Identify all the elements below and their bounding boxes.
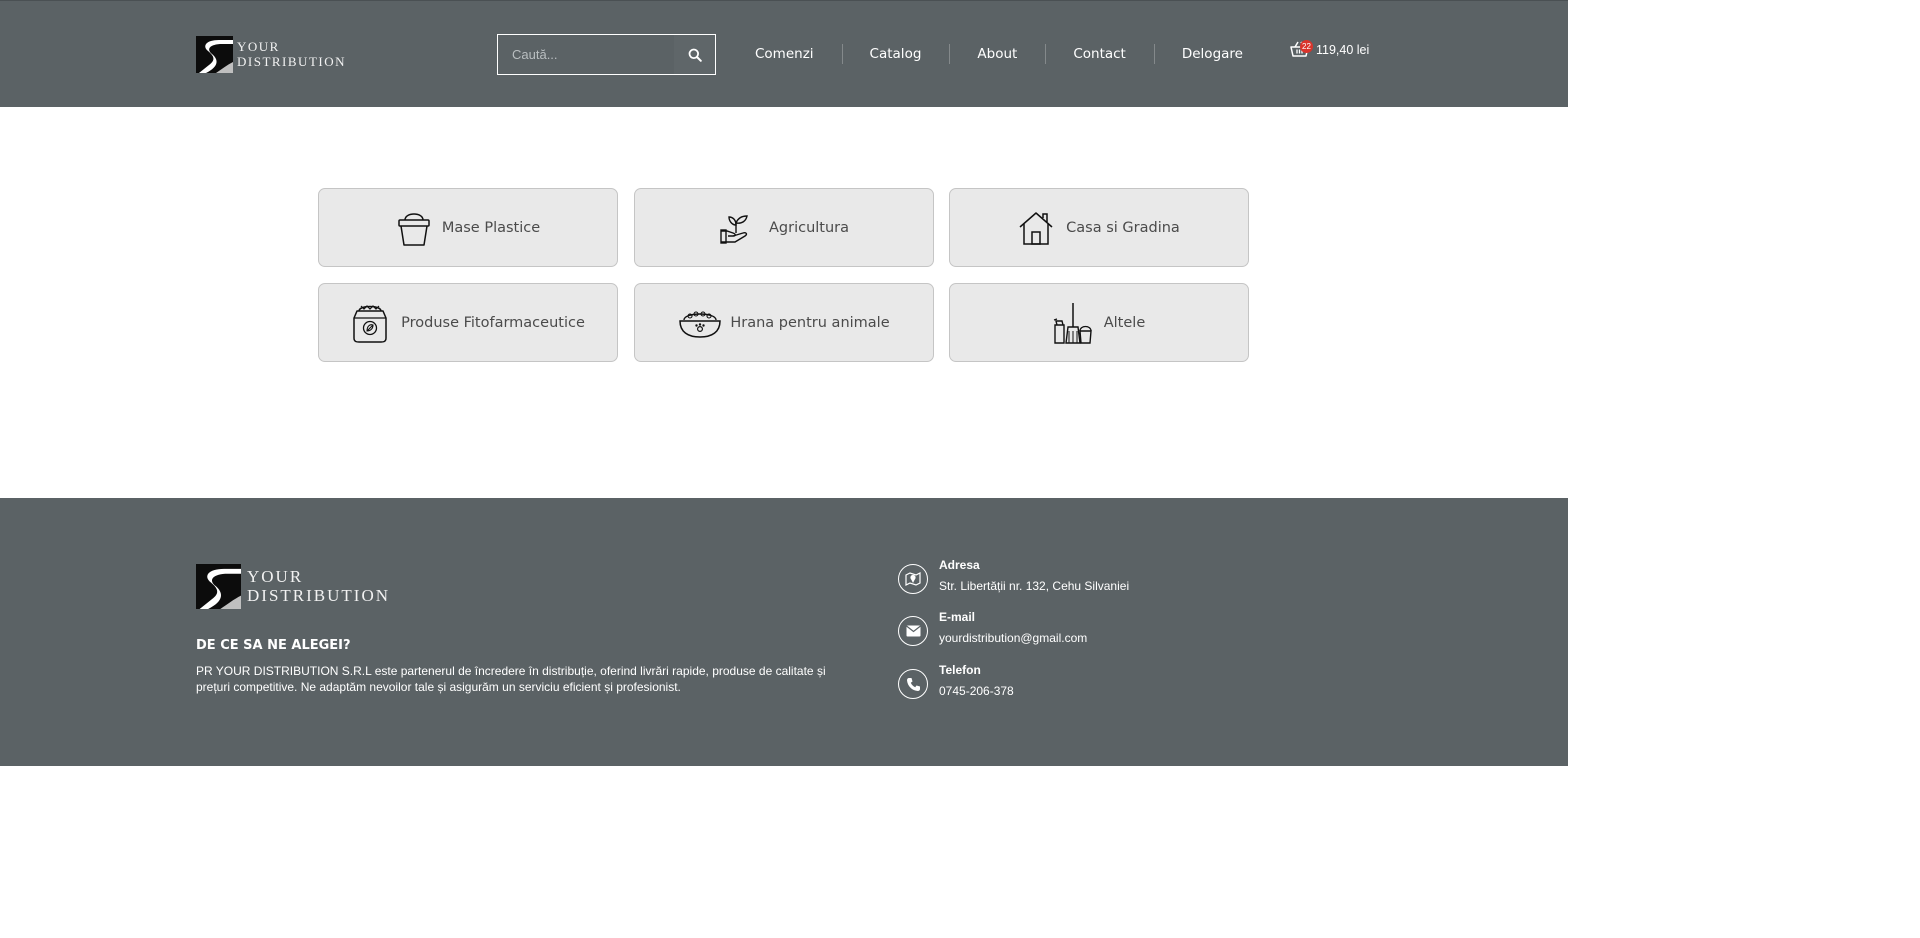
- cleaning-supplies-icon: [1053, 302, 1092, 344]
- category-agricultura[interactable]: Agricultura: [634, 188, 934, 267]
- search-form: [497, 34, 716, 75]
- logo-text: YOUR DISTRIBUTION: [237, 40, 346, 68]
- contact-title: Adresa: [939, 558, 980, 572]
- footer-brand-logo[interactable]: YOUR DISTRIBUTION: [196, 564, 390, 609]
- plant-hand-icon: [720, 214, 748, 244]
- contact-phone: Telefon 0745-206-378: [898, 663, 1014, 699]
- category-label: Altele: [1103, 314, 1146, 331]
- category-produse-fitofarmaceutice[interactable]: Produse Fitofarmaceutice: [318, 283, 618, 362]
- category-label: Hrana pentru animale: [730, 314, 890, 331]
- pet-food-bowl-icon: [679, 310, 722, 338]
- site-header: YOUR DISTRIBUTION Comenzi Catalog About …: [0, 0, 1568, 107]
- envelope-icon: [898, 616, 928, 646]
- contact-value[interactable]: 0745-206-378: [939, 684, 1014, 698]
- logo-line-1: YOUR: [237, 39, 280, 55]
- search-input[interactable]: [498, 35, 674, 74]
- category-mase-plastice[interactable]: Mase Plastice: [318, 188, 618, 267]
- cart-total: 119,40 lei: [1316, 42, 1370, 57]
- category-altele[interactable]: Altele: [949, 283, 1249, 362]
- contact-address: Adresa Str. Libertății nr. 132, Cehu Sil…: [898, 558, 1130, 594]
- nav-about[interactable]: About: [949, 39, 1045, 69]
- category-label: Agricultura: [768, 219, 850, 236]
- contact-value: Str. Libertății nr. 132, Cehu Silvaniei: [939, 579, 1130, 593]
- why-us-text: PR YOUR DISTRIBUTION S.R.L este partener…: [196, 664, 826, 694]
- category-casa-si-gradina[interactable]: Casa si Gradina: [949, 188, 1249, 267]
- logo-line-2: DISTRIBUTION: [247, 585, 390, 605]
- contact-title: E-mail: [939, 610, 976, 624]
- category-hrana-pentru-animale[interactable]: Hrana pentru animale: [634, 283, 934, 362]
- logo-text: YOUR DISTRIBUTION: [247, 567, 390, 605]
- map-icon: [898, 564, 928, 594]
- logo-line-2: DISTRIBUTION: [237, 53, 346, 69]
- contact-title: Telefon: [939, 663, 981, 677]
- contact-value[interactable]: yourdistribution@gmail.com: [939, 631, 1087, 645]
- cart-button[interactable]: 22 119,40 lei: [1290, 40, 1370, 58]
- nav-comenzi[interactable]: Comenzi: [727, 39, 842, 69]
- house-icon: [1019, 211, 1053, 245]
- search-button[interactable]: [674, 35, 715, 74]
- brand-logo[interactable]: YOUR DISTRIBUTION: [196, 36, 346, 73]
- site-footer: YOUR DISTRIBUTION DE CE SA NE ALEGEI? PR…: [0, 498, 1568, 766]
- fertilizer-sack-icon: [353, 304, 387, 343]
- nav-catalog[interactable]: Catalog: [841, 39, 950, 69]
- nav-delogare[interactable]: Delogare: [1153, 39, 1271, 69]
- category-label: Mase Plastice: [441, 219, 541, 236]
- logo-line-1: YOUR: [247, 567, 304, 587]
- cart-count-badge: 22: [1300, 40, 1313, 53]
- logo-mark-icon: [196, 564, 241, 609]
- logo-mark-icon: [196, 36, 233, 73]
- bucket-icon: [398, 212, 430, 246]
- category-label: Casa si Gradina: [1066, 219, 1180, 236]
- why-us-heading: DE CE SA NE ALEGEI?: [196, 638, 351, 653]
- phone-icon: [898, 669, 928, 699]
- main-nav: Comenzi Catalog About Contact Delogare: [727, 39, 1271, 69]
- search-icon: [688, 48, 702, 62]
- contact-email: E-mail yourdistribution@gmail.com: [898, 610, 1087, 646]
- nav-contact[interactable]: Contact: [1045, 39, 1154, 69]
- category-label: Produse Fitofarmaceutice: [401, 314, 585, 331]
